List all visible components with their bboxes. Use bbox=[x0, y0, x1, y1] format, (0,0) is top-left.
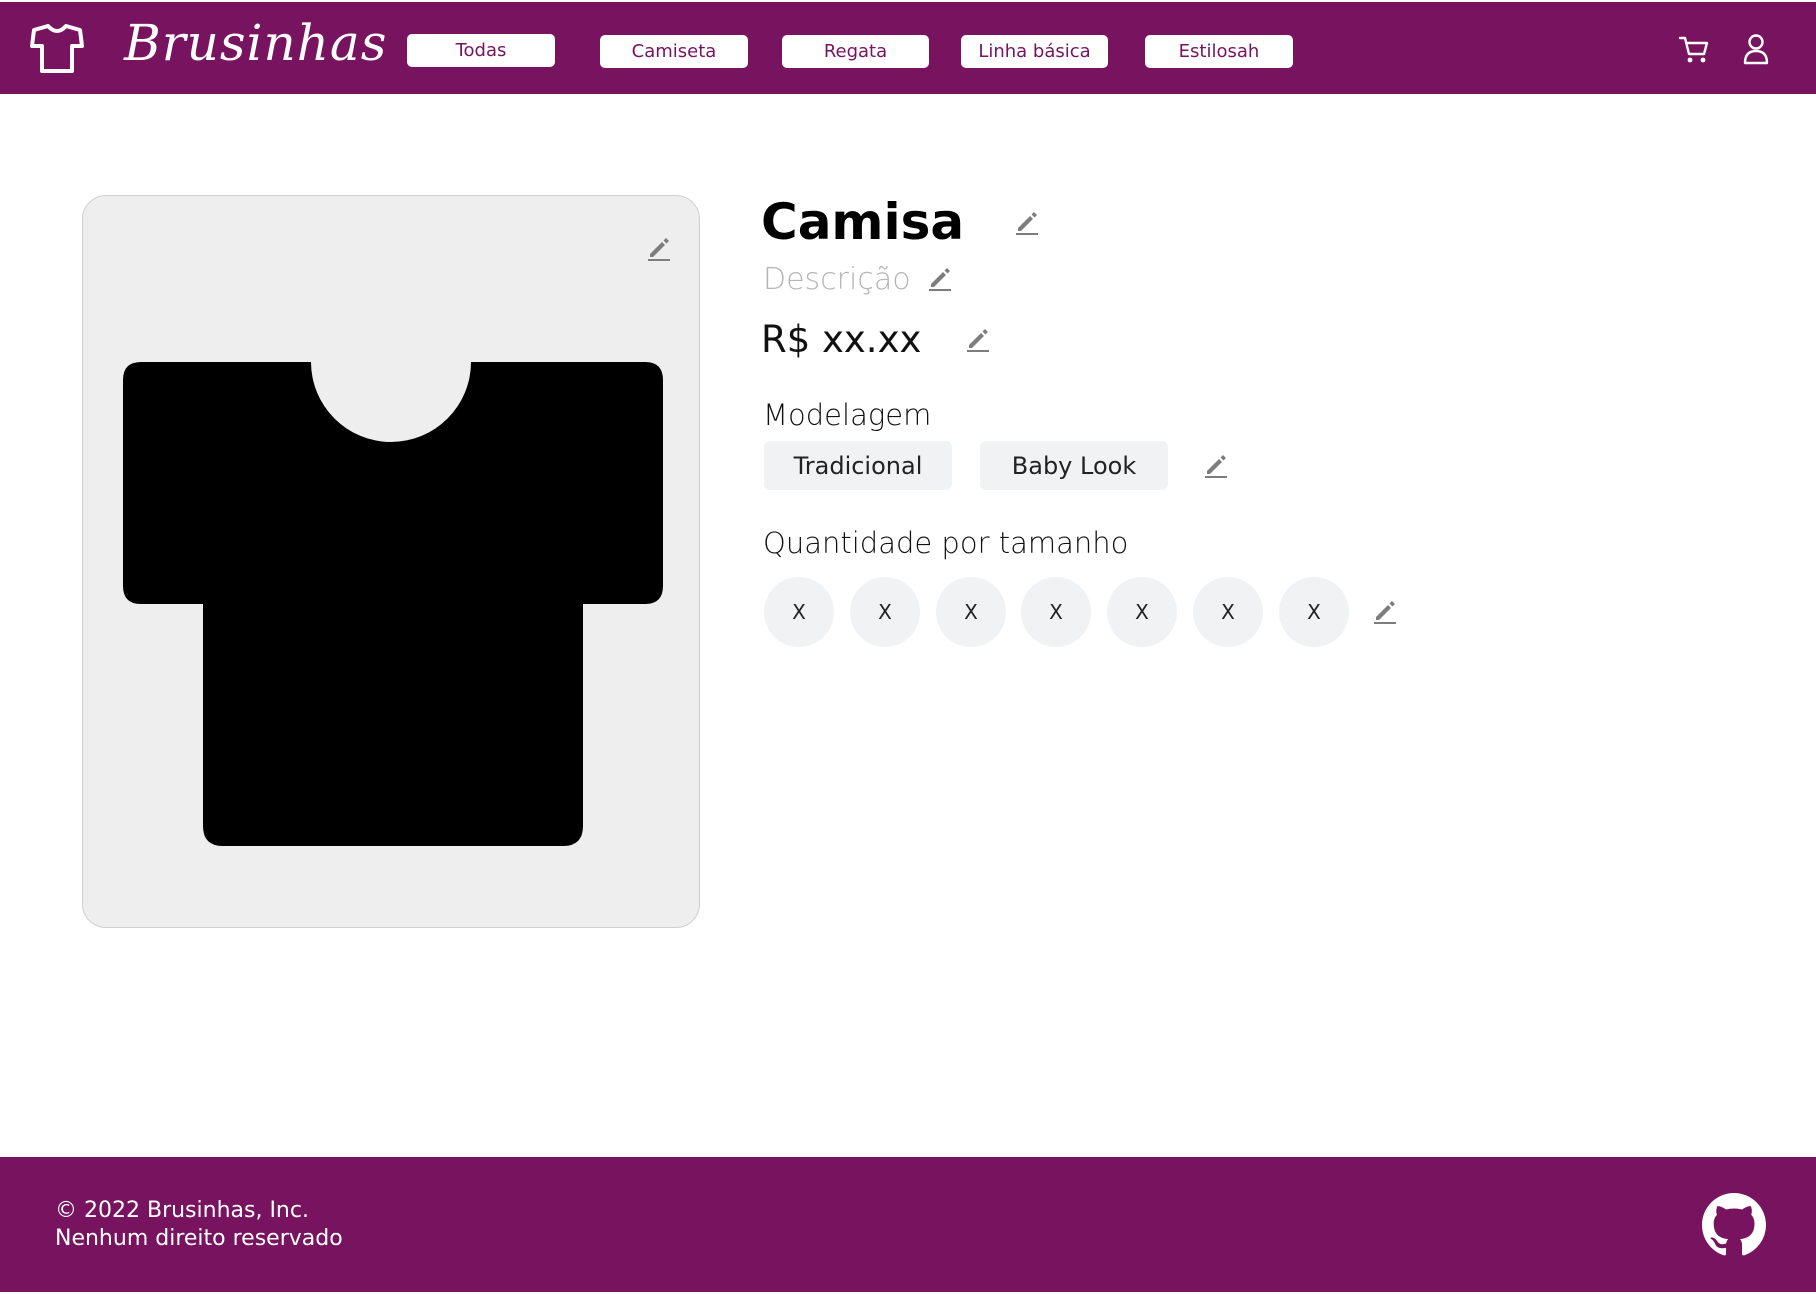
nav-linha-basica[interactable]: Linha básica bbox=[961, 35, 1108, 68]
edit-image-pencil-icon[interactable] bbox=[645, 234, 673, 262]
brand-name[interactable]: Brusinhas bbox=[124, 14, 387, 72]
nav-camiseta[interactable]: Camiseta bbox=[600, 35, 748, 68]
edit-modelagem-pencil-icon[interactable] bbox=[1202, 451, 1230, 479]
product-title: Camisa bbox=[761, 193, 965, 251]
edit-quantidade-pencil-icon[interactable] bbox=[1371, 597, 1399, 625]
nav-regata[interactable]: Regata bbox=[782, 35, 929, 68]
size-circle[interactable]: X bbox=[1107, 577, 1177, 647]
github-icon[interactable] bbox=[1702, 1193, 1766, 1257]
nav-estilosah[interactable]: Estilosah bbox=[1145, 35, 1293, 68]
modelagem-label: Modelagem bbox=[763, 398, 932, 432]
copyright-text: © 2022 Brusinhas, Inc. bbox=[55, 1198, 309, 1223]
product-description: Descrição bbox=[763, 262, 911, 297]
product-image-card bbox=[82, 195, 700, 928]
rights-text: Nenhum direito reservado bbox=[55, 1226, 343, 1251]
size-circle[interactable]: X bbox=[1021, 577, 1091, 647]
modelagem-chip-baby-look[interactable]: Baby Look bbox=[980, 441, 1168, 490]
size-circle[interactable]: X bbox=[764, 577, 834, 647]
edit-title-pencil-icon[interactable] bbox=[1013, 208, 1041, 236]
size-circle[interactable]: X bbox=[1193, 577, 1263, 647]
size-circle[interactable]: X bbox=[936, 577, 1006, 647]
tshirt-logo-icon[interactable] bbox=[30, 24, 84, 74]
nav-todas[interactable]: Todas bbox=[407, 34, 555, 67]
modelagem-chip-tradicional[interactable]: Tradicional bbox=[764, 441, 952, 490]
product-tshirt-image bbox=[123, 362, 663, 846]
top-navbar: Brusinhas Todas Camiseta Regata Linha bá… bbox=[0, 2, 1816, 94]
user-icon[interactable] bbox=[1740, 32, 1772, 66]
size-circle[interactable]: X bbox=[850, 577, 920, 647]
size-circle[interactable]: X bbox=[1279, 577, 1349, 647]
quantidade-label: Quantidade por tamanho bbox=[763, 526, 1129, 560]
footer: © 2022 Brusinhas, Inc. Nenhum direito re… bbox=[0, 1157, 1816, 1292]
cart-icon[interactable] bbox=[1678, 32, 1710, 66]
edit-description-pencil-icon[interactable] bbox=[926, 264, 954, 292]
product-price: R$ xx.xx bbox=[761, 318, 922, 361]
edit-price-pencil-icon[interactable] bbox=[964, 325, 992, 353]
